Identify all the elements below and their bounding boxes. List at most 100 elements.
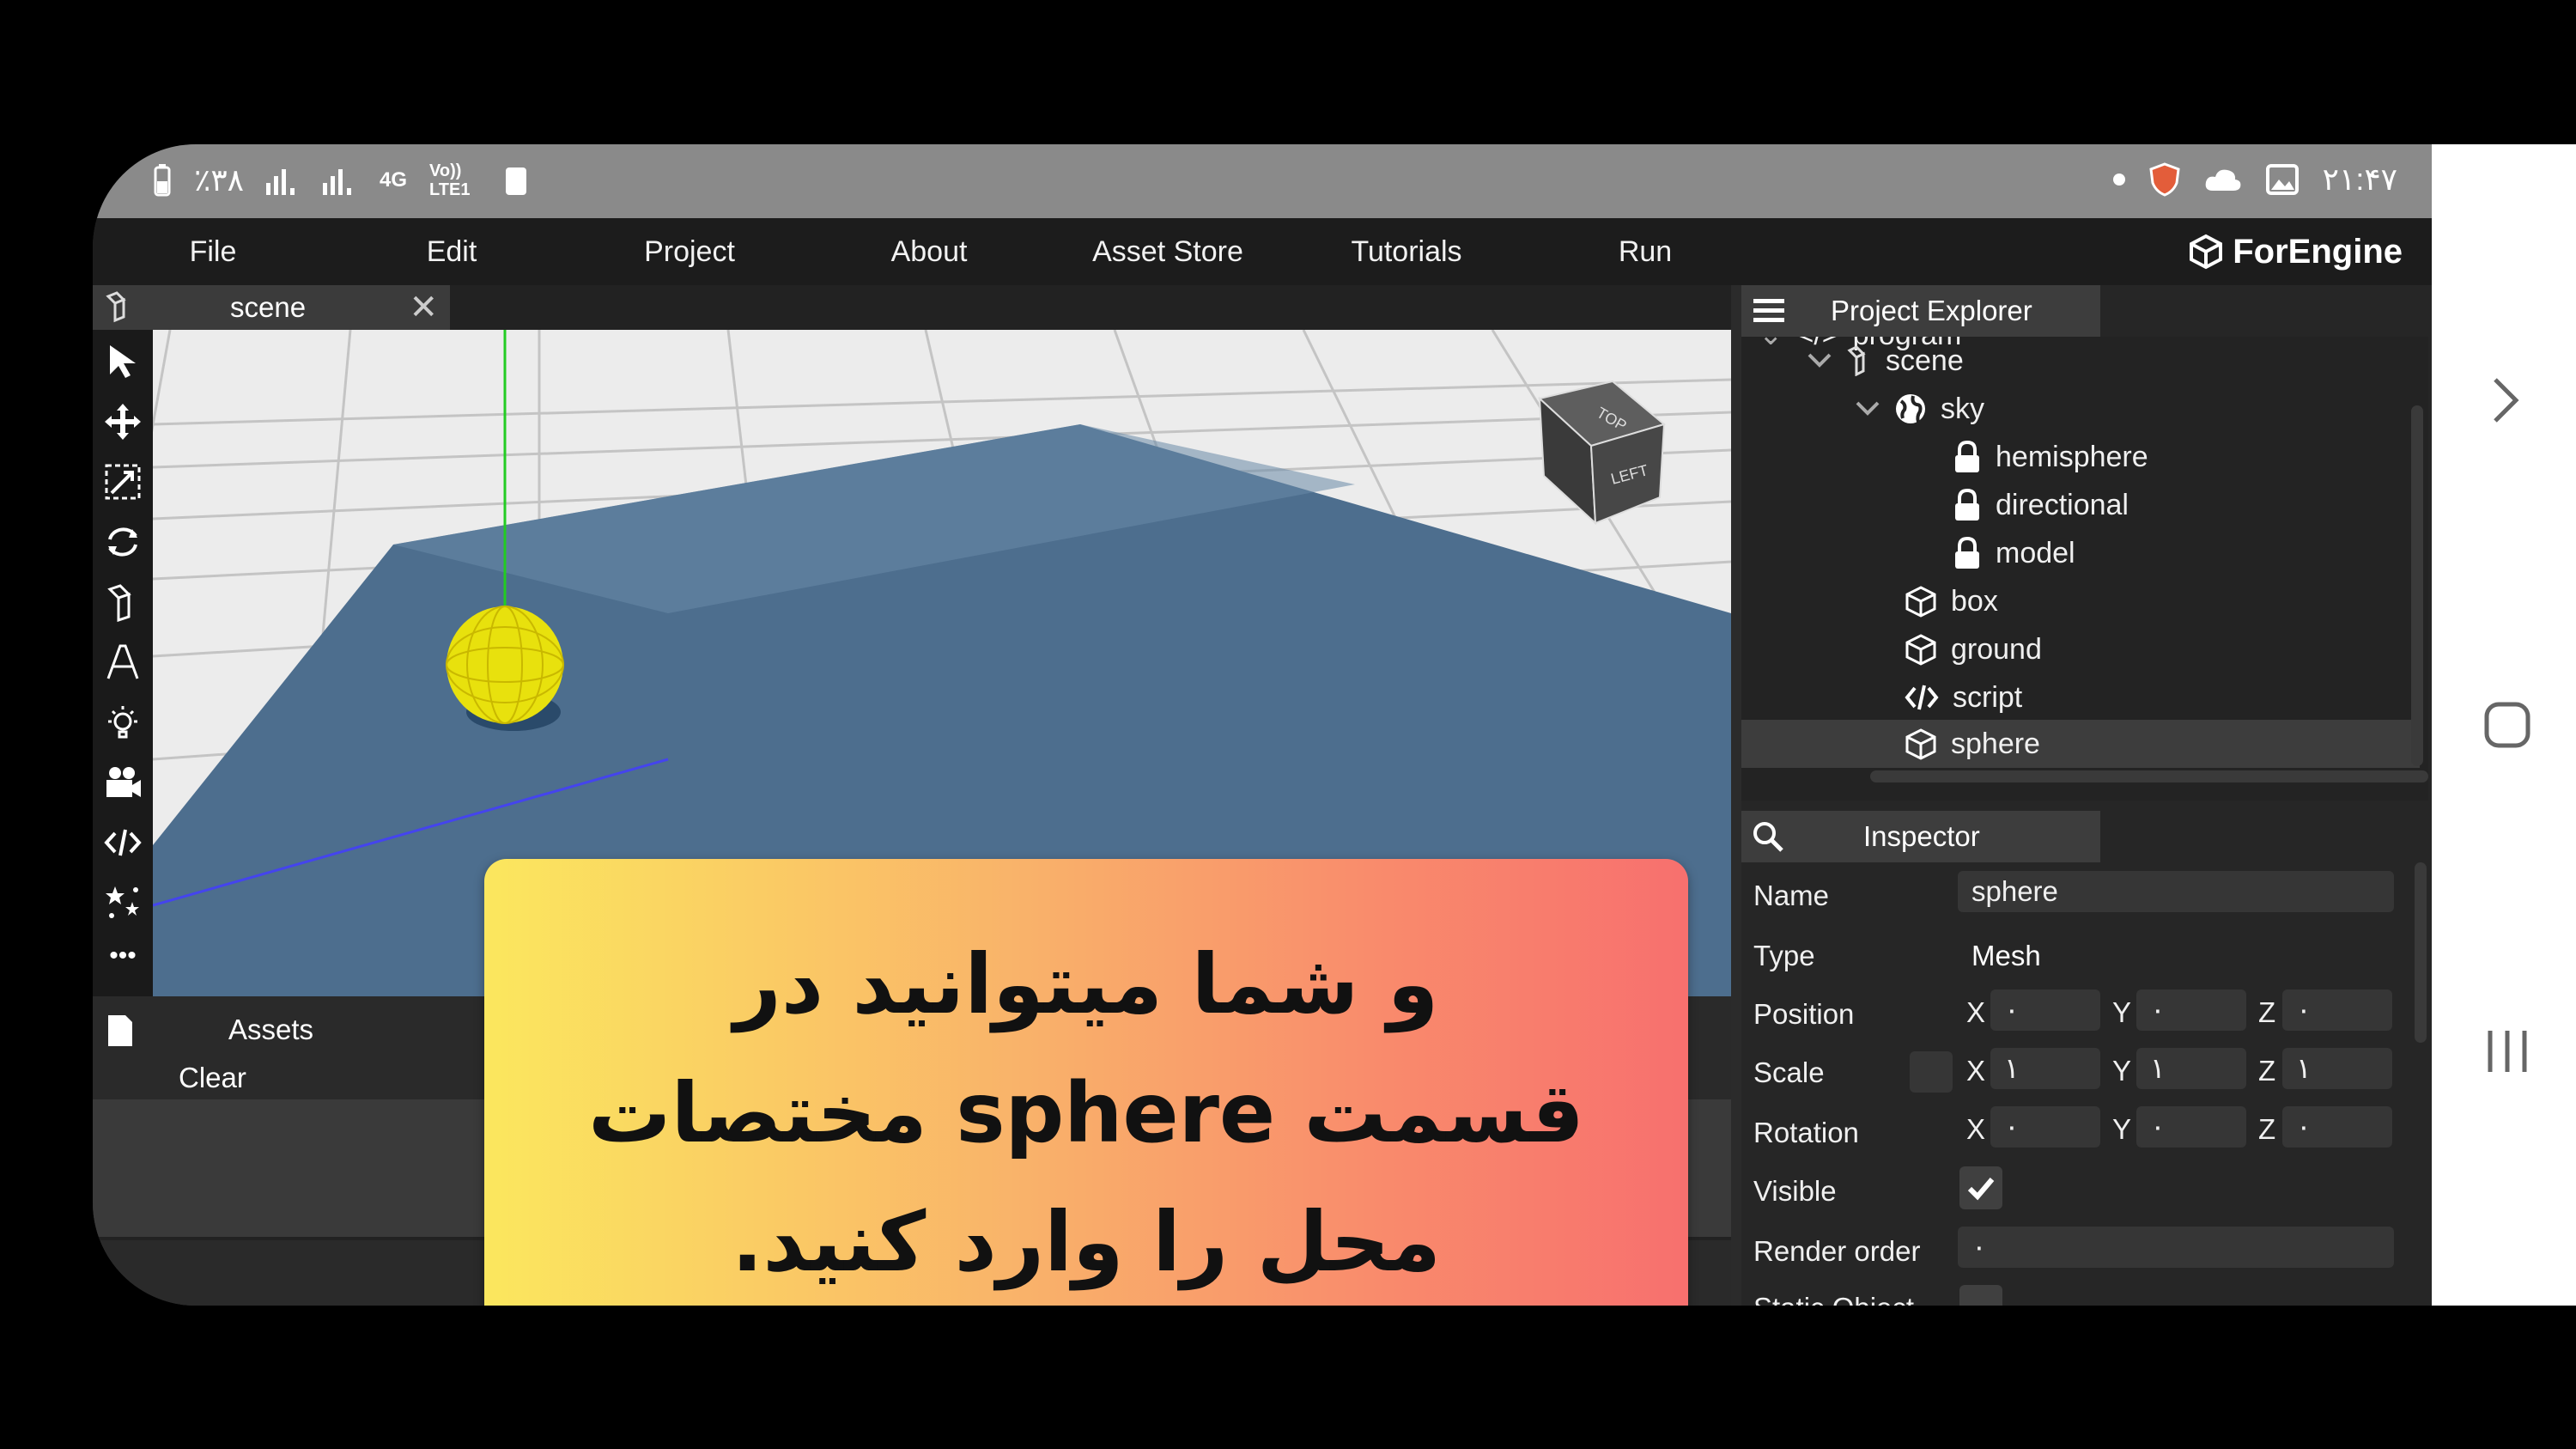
home-icon[interactable] <box>2483 701 2531 749</box>
tree-label: box <box>1951 584 1998 618</box>
caption-line-3: محل را وارد کنید. <box>732 1194 1441 1290</box>
menu-bar: File Edit Project About Asset Store Tuto… <box>93 218 2432 285</box>
name-field[interactable]: sphere <box>1958 871 2394 912</box>
assets-tab[interactable]: Assets <box>228 1014 313 1046</box>
lock-icon <box>1955 536 1979 569</box>
code-icon[interactable] <box>103 823 143 862</box>
clock: ۲۱:۴۷ <box>2322 161 2397 197</box>
scale-x-label: X <box>1966 1055 1986 1087</box>
inspector-body: Name sphere Type Mesh Position X ۰ Y ۰ Z… <box>1741 862 2432 1306</box>
clear-button[interactable]: Clear <box>179 1062 246 1094</box>
scale-label: Scale <box>1753 1056 1825 1088</box>
camera-icon[interactable] <box>103 763 143 802</box>
rotate-icon[interactable] <box>103 522 143 562</box>
position-z-input[interactable]: ۰ <box>2282 989 2392 1031</box>
cloud-icon <box>2205 169 2241 191</box>
caption-line-1: و شما میتوانید در <box>733 936 1439 1032</box>
cube-icon <box>1905 586 1936 618</box>
code-icon <box>1905 685 1939 710</box>
tree-item-hemisphere[interactable]: hemisphere <box>1953 433 2148 481</box>
project-explorer-title: Project Explorer <box>1831 295 2032 326</box>
menu-edit[interactable]: Edit <box>427 218 477 285</box>
signal-icon-2 <box>323 169 352 195</box>
text-icon[interactable] <box>103 642 143 682</box>
tool-palette: ••• <box>93 330 153 996</box>
recent-apps-icon[interactable] <box>2485 1029 2530 1074</box>
menu-icon[interactable] <box>1752 295 1786 326</box>
tree-item-sky[interactable]: sky <box>1855 385 1984 433</box>
chevron-down-icon[interactable] <box>1807 352 1832 369</box>
tree-item-box[interactable]: box <box>1905 577 1998 625</box>
battery-percent: ٪۳۸ <box>194 162 245 198</box>
menu-asset-store[interactable]: Asset Store <box>1092 218 1243 285</box>
render-order-input[interactable]: ۰ <box>1958 1227 2394 1268</box>
chevron-down-icon[interactable] <box>1855 400 1880 417</box>
static-object-checkbox[interactable] <box>1959 1285 2002 1306</box>
menu-project[interactable]: Project <box>644 218 735 285</box>
name-label: Name <box>1753 880 1830 911</box>
chevron-down-icon[interactable]: ⌄ <box>1759 337 1783 352</box>
tree-item-model[interactable]: model <box>1953 529 2075 577</box>
static-object-label: Static Object <box>1753 1292 1914 1306</box>
menu-tutorials[interactable]: Tutorials <box>1351 218 1461 285</box>
scene-icon <box>1847 345 1866 376</box>
close-icon[interactable]: ✕ <box>409 288 438 327</box>
scale-icon[interactable] <box>103 462 143 502</box>
scene-icon <box>106 291 126 323</box>
inspector-scrollbar[interactable] <box>2415 862 2427 1043</box>
shield-icon <box>2149 162 2180 197</box>
brand-name: ForEngine <box>2233 232 2403 271</box>
scale-z-label: Z <box>2258 1055 2276 1087</box>
tree-item-sphere[interactable]: sphere <box>1741 720 2420 768</box>
rotation-y-input[interactable]: ۰ <box>2136 1106 2246 1148</box>
select-arrow-icon[interactable] <box>103 342 143 381</box>
cube-icon <box>1905 634 1936 666</box>
tree-item-directional[interactable]: directional <box>1953 481 2129 529</box>
file-icon <box>108 1015 132 1046</box>
menu-file[interactable]: File <box>190 218 237 285</box>
forward-icon[interactable] <box>2492 376 2521 424</box>
tab-scene[interactable]: scene ✕ <box>93 285 450 330</box>
light-icon[interactable] <box>103 703 143 742</box>
tree-item-scene[interactable]: scene <box>1807 337 1964 385</box>
rotation-z-input[interactable]: ۰ <box>2282 1106 2392 1148</box>
tab-scene-label: scene <box>230 291 307 323</box>
dot-icon <box>2112 174 2125 186</box>
scale-y-label: Y <box>2112 1055 2132 1087</box>
position-z-label: Z <box>2258 996 2276 1028</box>
tree-item-ground[interactable]: ground <box>1905 625 2042 673</box>
inspector-title: Inspector <box>1863 820 1980 852</box>
tree-label: model <box>1996 536 2075 569</box>
tree-label: directional <box>1996 488 2129 521</box>
more-icon[interactable]: ••• <box>103 943 143 983</box>
move-icon[interactable] <box>103 402 143 441</box>
tree-label: sphere <box>1951 727 2040 760</box>
position-y-input[interactable]: ۰ <box>2136 989 2246 1031</box>
menu-run[interactable]: Run <box>1619 218 1672 285</box>
visible-checkbox[interactable] <box>1959 1166 2002 1209</box>
search-icon <box>1753 822 1783 852</box>
rotation-x-input[interactable]: ۰ <box>1990 1106 2100 1148</box>
tree-item-script[interactable]: script <box>1905 673 2022 721</box>
navigation-bar <box>2432 144 2576 1306</box>
position-x-input[interactable]: ۰ <box>1990 989 2100 1031</box>
tree-label: scene <box>1886 344 1964 377</box>
caption-line-2: قسمت sphere مختصات <box>587 1065 1585 1161</box>
menu-about[interactable]: About <box>891 218 968 285</box>
rotation-x-label: X <box>1966 1113 1986 1145</box>
check-icon <box>1967 1178 1995 1201</box>
scale-z-input[interactable]: ۱ <box>2282 1048 2392 1089</box>
lock-icon <box>1955 440 1979 472</box>
tree-hscrollbar[interactable] <box>1870 770 2428 782</box>
position-y-label: Y <box>2112 996 2132 1028</box>
tree-label: ground <box>1951 632 2042 666</box>
tree-scrollbar[interactable] <box>2411 405 2423 766</box>
battery-icon <box>154 164 171 197</box>
scale-lock-toggle[interactable] <box>1910 1051 1953 1093</box>
scale-y-input[interactable]: ۱ <box>2136 1048 2246 1089</box>
inspector-header: Inspector <box>1741 811 2100 862</box>
app-window: ٪۳۸ 4G Vo)) LTE1 ۲۱:۴۷ File Edit Project… <box>93 144 2432 1306</box>
particles-icon[interactable] <box>103 883 143 922</box>
object-icon[interactable] <box>103 582 143 622</box>
scale-x-input[interactable]: ۱ <box>1990 1048 2100 1089</box>
